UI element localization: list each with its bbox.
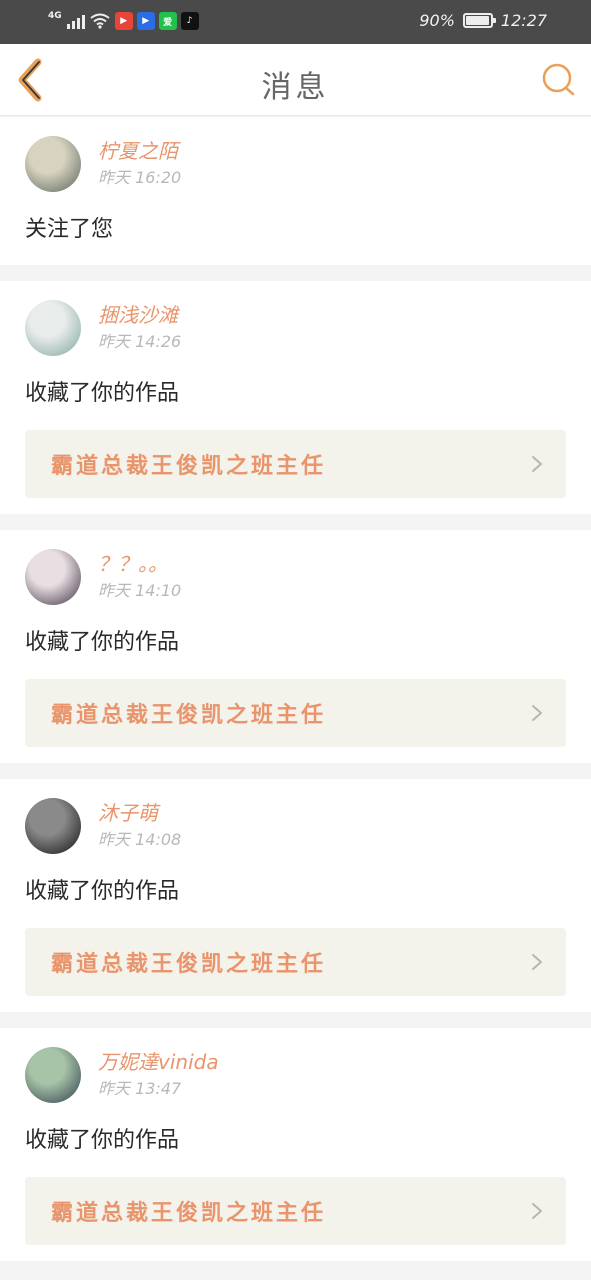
action-text: 关注了您 xyxy=(25,217,114,242)
timestamp: 昨天 14:08 xyxy=(98,830,182,849)
avatar[interactable] xyxy=(25,549,81,605)
message-header: 万妮達vinida 昨天 13:47 xyxy=(25,1046,566,1104)
username[interactable]: ？？。。 xyxy=(98,551,181,577)
avatar[interactable] xyxy=(25,1047,81,1103)
username[interactable]: 沐子萌 xyxy=(98,800,181,826)
work-link[interactable]: 霸道总裁王俊凯之班主任 xyxy=(25,430,566,498)
tencent-video-icon: ▶ xyxy=(136,12,155,30)
work-title: 霸道总裁王俊凯之班主任 xyxy=(51,1201,327,1226)
action-text: 收藏了你的作品 xyxy=(25,630,180,655)
work-title: 霸道总裁王俊凯之班主任 xyxy=(51,454,327,479)
work-link[interactable]: 霸道总裁王俊凯之班主任 xyxy=(25,1177,566,1245)
battery-icon xyxy=(462,13,496,28)
work-title: 霸道总裁王俊凯之班主任 xyxy=(51,952,327,977)
iqiyi-icon: 爱 xyxy=(158,12,177,30)
clock: 12:27 xyxy=(500,11,547,30)
action-text: 收藏了你的作品 xyxy=(25,1128,180,1153)
user-meta: 捆浅沙滩昨天 14:26 xyxy=(98,302,181,354)
status-right: 90% 12:27 xyxy=(419,11,547,30)
work-link[interactable]: 霸道总裁王俊凯之班主任 xyxy=(25,928,566,996)
timestamp: 昨天 14:10 xyxy=(98,581,182,600)
action-text: 收藏了你的作品 xyxy=(25,381,180,406)
status-bar: 4G ▶ ▶ 爱 ♪ 90% 12:27 xyxy=(0,0,591,44)
user-meta: 沐子萌昨天 14:08 xyxy=(98,800,181,852)
signal-icon xyxy=(66,13,85,29)
avatar[interactable] xyxy=(25,798,81,854)
work-title: 霸道总裁王俊凯之班主任 xyxy=(51,703,327,728)
message-card: ？？。。昨天 14:10 收藏了你的作品霸道总裁王俊凯之班主任 xyxy=(0,530,591,763)
message-header: 沐子萌昨天 14:08 xyxy=(25,797,566,855)
message-card: 捆浅沙滩昨天 14:26 收藏了你的作品霸道总裁王俊凯之班主任 xyxy=(0,281,591,514)
message-list: 柠夏之陌 昨天 16:20 关注了您 捆浅沙滩 昨天 14:26 收藏了你的作品 霸道总裁王… xyxy=(0,117,591,1277)
chevron-right-icon xyxy=(532,705,542,721)
action-text: 收藏了你的作品 xyxy=(25,879,180,904)
page-title: 消息 xyxy=(261,70,330,105)
work-link[interactable]: 霸道总裁王俊凯之班主任 xyxy=(25,679,566,747)
battery-percent: 90% xyxy=(419,11,455,30)
chevron-right-icon xyxy=(532,954,542,970)
message-header: 柠夏之陌昨天 16:20 xyxy=(25,135,566,193)
message-card: 柠夏之陌昨天 16:20 关注了您 xyxy=(0,117,591,265)
username[interactable]: 捆浅沙滩 xyxy=(98,302,181,328)
network-type: 4G xyxy=(48,11,62,21)
timestamp: 昨天 14:26 xyxy=(98,332,182,351)
user-meta: ？？。。昨天 14:10 xyxy=(98,551,181,603)
user-meta: 柠夏之陌昨天 16:20 xyxy=(98,138,181,190)
username[interactable]: 柠夏之陌 xyxy=(98,138,181,164)
avatar[interactable] xyxy=(25,300,81,356)
message-card: 万妮達vinida 昨天 13:47 收藏了你的作品霸道总裁王俊凯之班主任 xyxy=(0,1028,591,1261)
message-header: 捆浅沙滩昨天 14:26 xyxy=(25,299,566,357)
message-card: 沐子萌昨天 14:08 收藏了你的作品霸道总裁王俊凯之班主任 xyxy=(0,779,591,1012)
user-meta: 万妮達vinida 昨天 13:47 xyxy=(98,1049,219,1101)
chevron-right-icon xyxy=(532,1203,542,1219)
chevron-right-icon xyxy=(532,456,542,472)
timestamp: 昨天 13:47 xyxy=(98,1079,182,1098)
avatar[interactable] xyxy=(25,136,81,192)
username[interactable]: 万妮達vinida xyxy=(98,1049,219,1075)
wifi-icon xyxy=(90,13,110,29)
status-left: 4G ▶ ▶ 爱 ♪ xyxy=(48,10,199,32)
message-header: ？？。。昨天 14:10 xyxy=(25,548,566,606)
tiktok-icon: ♪ xyxy=(180,12,199,30)
timestamp: 昨天 16:20 xyxy=(98,168,182,187)
video-app-icon: ▶ xyxy=(114,12,133,30)
search-icon[interactable] xyxy=(541,62,577,98)
nav-bar: 消息 xyxy=(0,44,591,116)
